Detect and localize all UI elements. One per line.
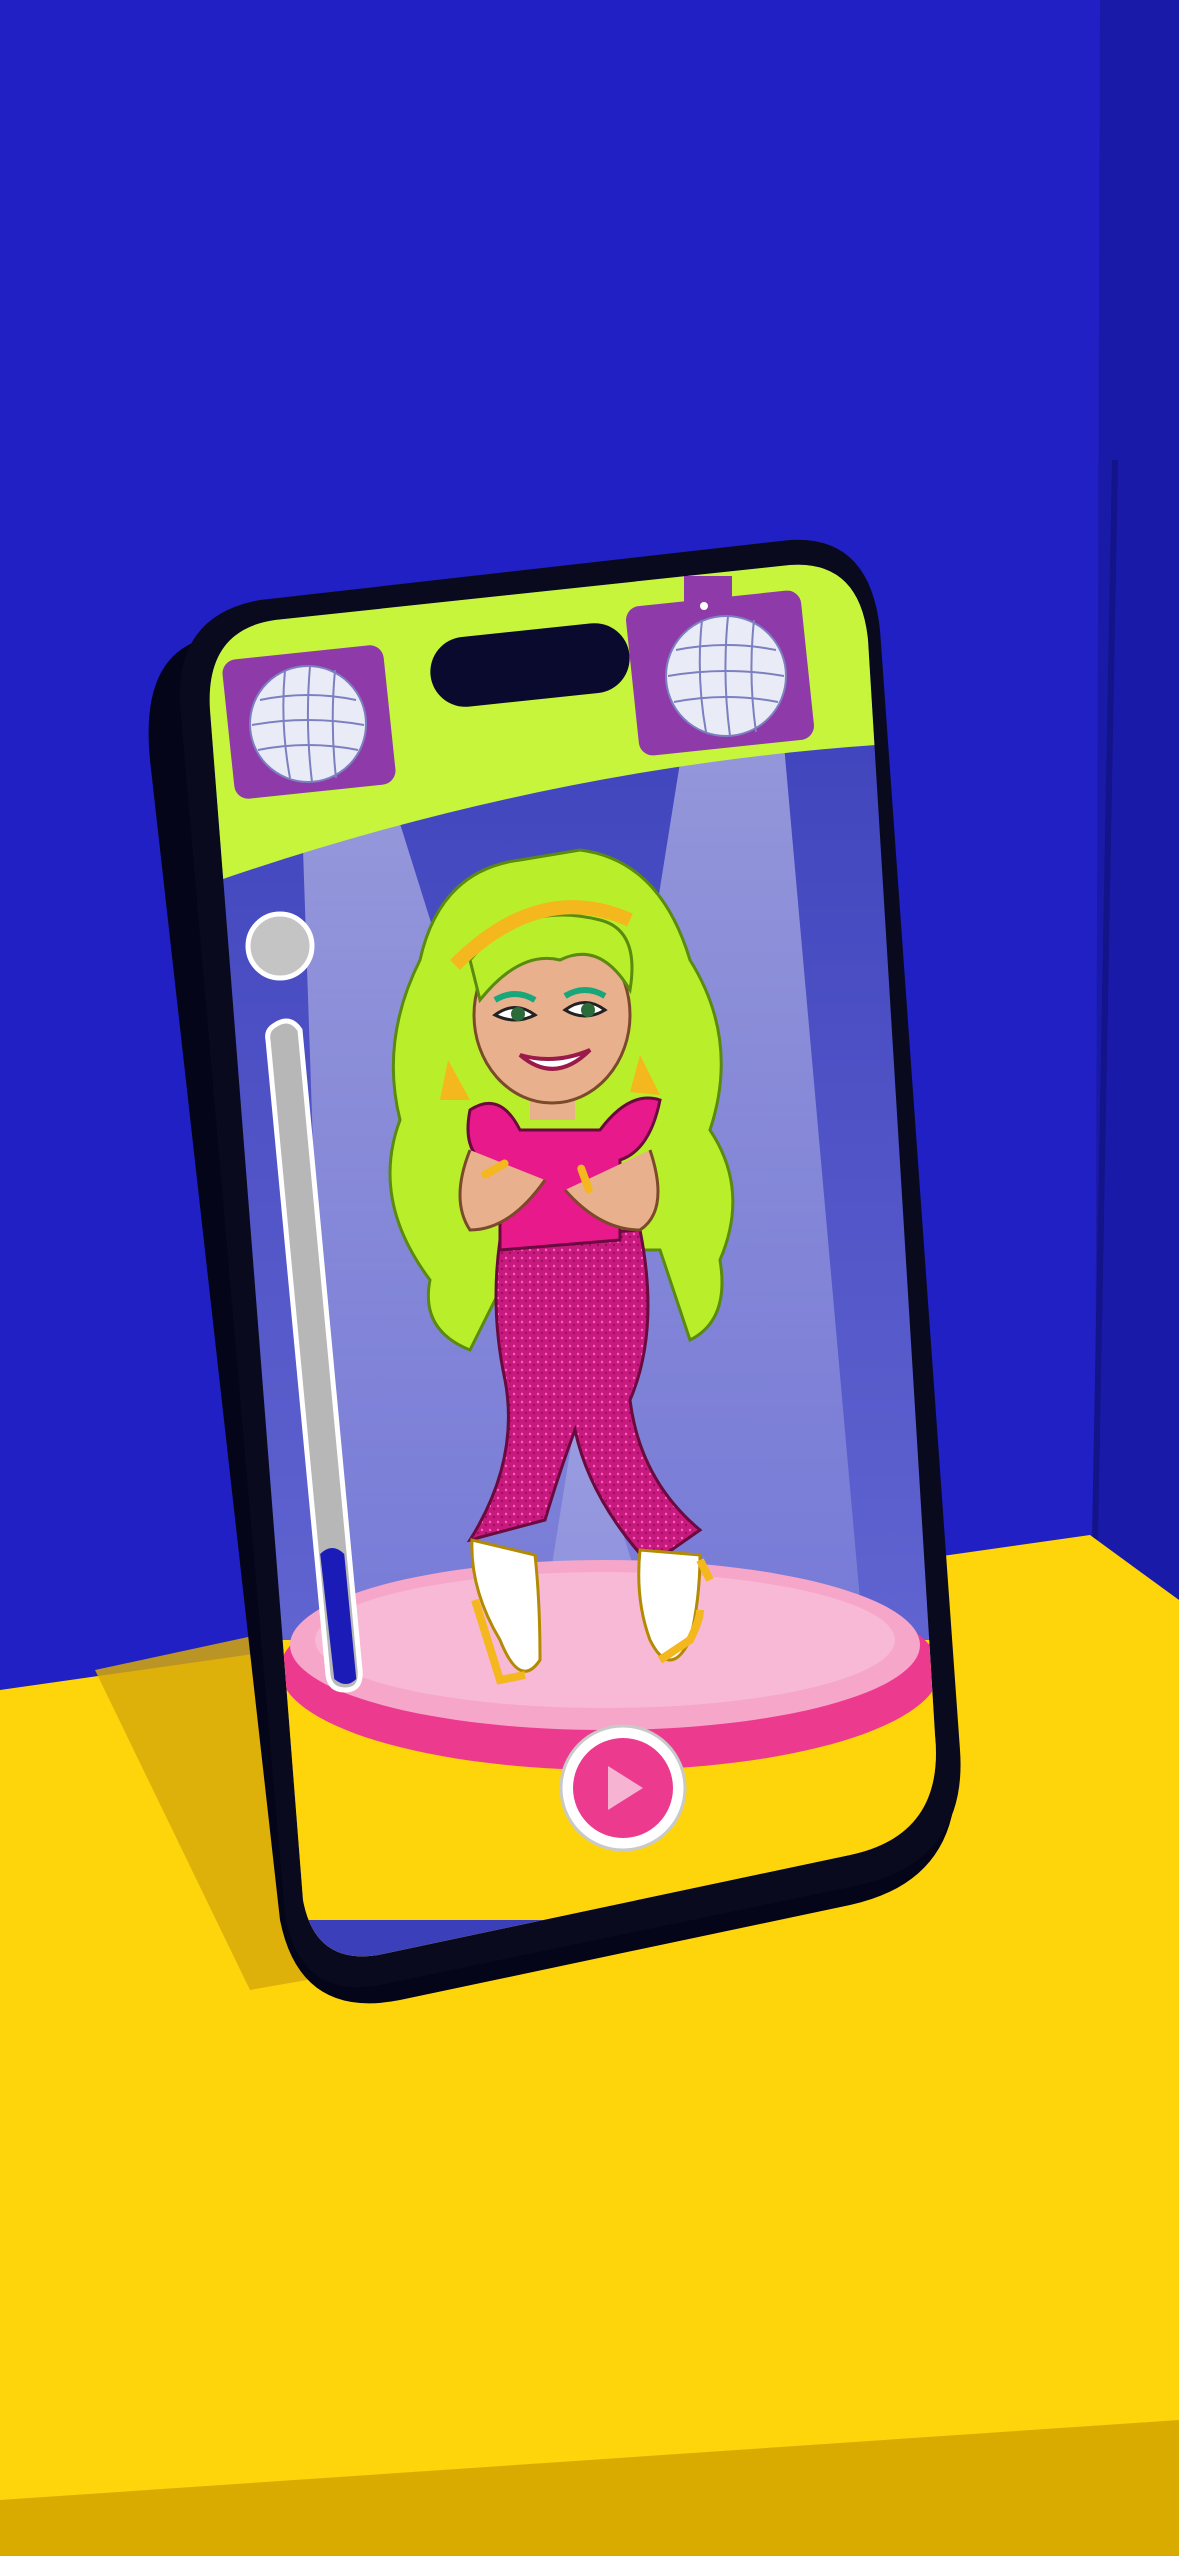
play-button[interactable] <box>559 1724 687 1852</box>
phone <box>148 539 961 2004</box>
game-scene <box>0 0 1179 2556</box>
slider-knob[interactable] <box>245 911 315 981</box>
disco-light-left <box>222 645 396 799</box>
